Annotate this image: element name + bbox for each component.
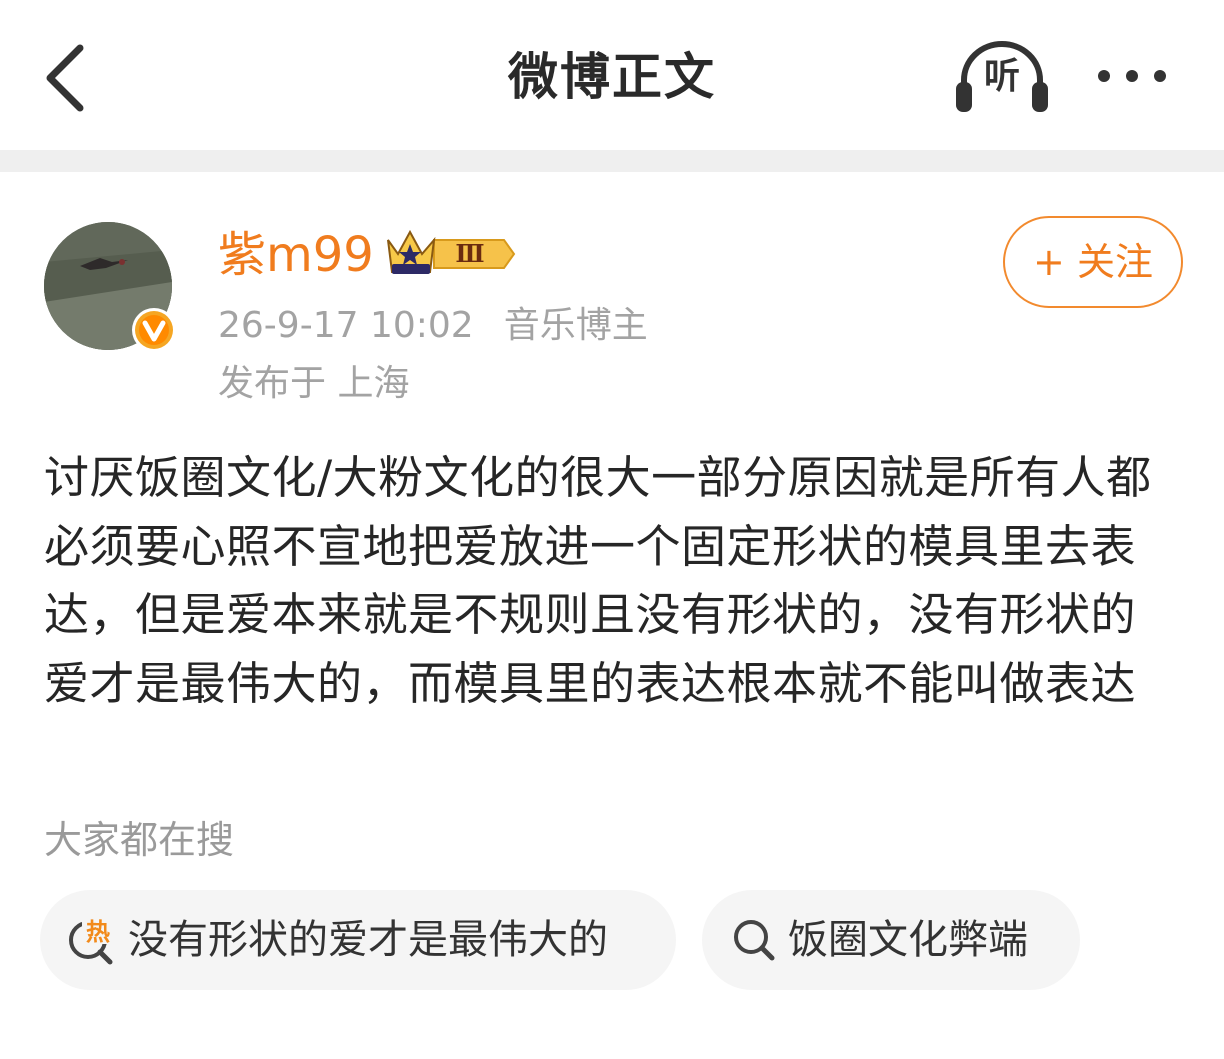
vip-crown-badge: Ⅲ [384, 224, 516, 282]
weibo-post-page: 微博正文 听 紫m99 Ⅲ + 关注 26-9-17 10:02 音乐博主 发布… [0, 0, 1224, 1059]
listen-button[interactable]: 听 [952, 38, 1052, 118]
post-timestamp: 26-9-17 10:02 [218, 305, 474, 346]
section-divider [0, 150, 1224, 172]
trending-chip[interactable]: 热 没有形状的爱才是最伟大的 [40, 890, 676, 990]
more-options-button[interactable] [1090, 50, 1180, 102]
follow-button[interactable]: + 关注 [1003, 216, 1183, 308]
trending-chip[interactable]: 饭圈文化弊端 [702, 890, 1080, 990]
author-name[interactable]: 紫m99 [218, 222, 374, 288]
hot-search-icon: 热 [69, 916, 114, 965]
post-location: 发布于 上海 [218, 363, 410, 404]
search-icon [734, 920, 775, 961]
post-meta: 26-9-17 10:02 音乐博主 [218, 300, 648, 352]
listen-label: 听 [983, 56, 1020, 97]
post-body-text: 讨厌饭圈文化/大粉文化的很大一部分原因就是所有人都必须要心照不宣地把爱放进一个固… [44, 451, 1152, 710]
author-category: 音乐博主 [503, 305, 648, 346]
verified-v-icon [132, 308, 176, 352]
trending-chip-label: 没有形状的爱才是最伟大的 [128, 917, 608, 963]
more-dots-icon [1098, 70, 1166, 82]
vip-level-text: Ⅲ [455, 239, 484, 268]
hot-mark-text: 热 [86, 918, 110, 946]
crown-icon: Ⅲ [387, 229, 516, 274]
top-nav-bar: 微博正文 听 [0, 0, 1224, 150]
trending-chip-label: 饭圈文化弊端 [788, 917, 1028, 963]
trending-heading: 大家都在搜 [44, 818, 235, 862]
